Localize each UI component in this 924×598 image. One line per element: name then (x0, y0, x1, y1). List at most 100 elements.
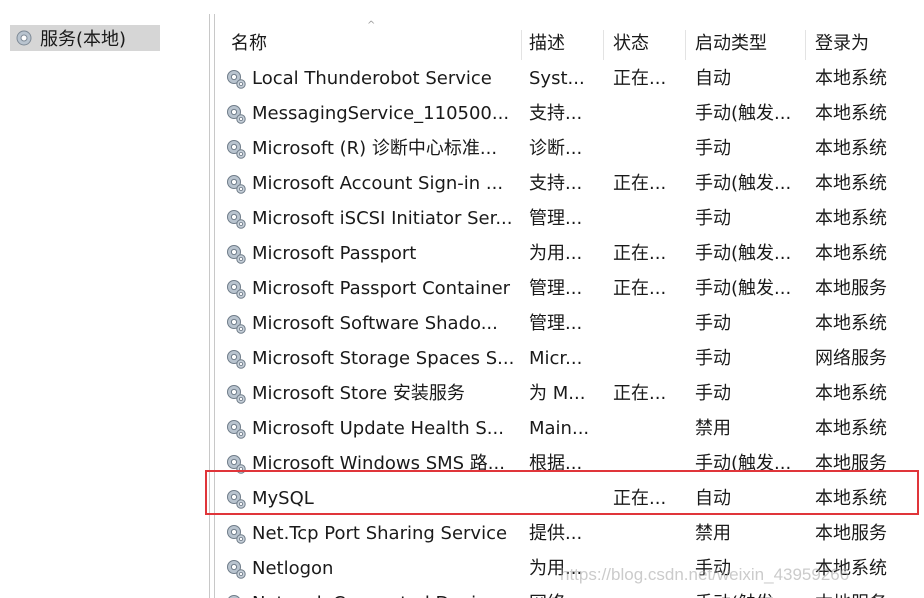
table-row[interactable]: Microsoft Software Shado... 管理... 手动 本地系统 (215, 306, 924, 341)
services-list: ^ 名称 描述 状态 启动类型 登录为 Local Thunderobot Se… (214, 14, 924, 598)
column-header-startup-type[interactable]: 启动类型 (695, 26, 805, 62)
service-description: 管理... (529, 208, 583, 229)
service-startup-type: 手动 (695, 383, 731, 404)
gear-icon (225, 68, 247, 90)
service-log-on-as: 本地系统 (815, 208, 887, 229)
service-log-on-as: 本地系统 (815, 488, 887, 509)
service-name-cell: Network Connected Devic... (225, 586, 525, 598)
table-row[interactable]: Microsoft (R) 诊断中心标准... 诊断... 手动 本地系统 (215, 131, 924, 166)
table-row[interactable]: Microsoft Update Health S... Main... 禁用 本地系… (215, 411, 924, 446)
service-log-on-as: 本地服务 (815, 586, 924, 598)
table-row[interactable]: Microsoft Windows SMS 路... 根据... 手动(触发... 本… (215, 446, 924, 481)
service-startup-type: 手动(触发... (695, 243, 792, 264)
service-startup-type: 手动(触发... (695, 103, 792, 124)
service-description: 为用... (529, 243, 583, 264)
service-name-cell: Microsoft Passport Container (225, 271, 525, 306)
service-log-on-as: 本地服务 (815, 278, 887, 299)
service-log-on-as: 本地系统 (815, 138, 887, 159)
service-startup-type: 手动 (695, 313, 731, 334)
service-startup-type: 手动(触发... (695, 586, 805, 598)
column-divider[interactable] (805, 30, 806, 60)
column-header-status[interactable]: 状态 (613, 26, 683, 62)
service-name-cell: Microsoft Windows SMS 路... (225, 446, 525, 481)
gear-icon (225, 313, 247, 335)
service-name: Microsoft Update Health S... (252, 418, 504, 439)
gear-icon (225, 488, 247, 510)
service-name-cell: Local Thunderobot Service (225, 61, 525, 96)
service-name: MessagingService_110500... (252, 103, 510, 124)
service-startup-type: 手动(触发... (695, 278, 792, 299)
service-name: Network Connected Devic... (252, 586, 503, 598)
service-description: 诊断... (529, 138, 583, 159)
service-name-cell: Microsoft Passport (225, 236, 525, 271)
tree-node-services-local[interactable]: 服务(本地) (10, 25, 160, 51)
service-name-cell: Microsoft Update Health S... (225, 411, 525, 446)
table-row[interactable]: MySQL 正在... 自动 本地系统 (215, 481, 924, 516)
service-log-on-as: 本地系统 (815, 558, 887, 579)
service-name: Local Thunderobot Service (252, 68, 492, 89)
table-row[interactable]: Local Thunderobot Service Syst... 正在... 自动 本… (215, 61, 924, 96)
column-header-description[interactable]: 描述 (529, 26, 599, 62)
service-status: 正在... (613, 173, 667, 194)
service-startup-type: 自动 (695, 488, 731, 509)
column-divider[interactable] (603, 30, 604, 60)
table-row[interactable]: Microsoft Account Sign-in ... 支持... 正在... 手… (215, 166, 924, 201)
service-startup-type: 手动 (695, 348, 731, 369)
service-description: 提供... (529, 523, 583, 544)
service-description: 为 M... (529, 383, 586, 404)
table-row[interactable]: Microsoft Passport Container 管理... 正在... 手动… (215, 271, 924, 306)
service-log-on-as: 本地系统 (815, 313, 887, 334)
service-description: 管理... (529, 278, 583, 299)
service-name-cell: MySQL (225, 481, 525, 516)
service-log-on-as: 本地服务 (815, 523, 887, 544)
service-name: Microsoft (R) 诊断中心标准... (252, 138, 498, 159)
table-row[interactable]: Microsoft iSCSI Initiator Ser... 管理... 手动 本… (215, 201, 924, 236)
table-row[interactable]: Network Connected Devic... 网络... 手动(触发... 本… (215, 586, 924, 598)
service-name: Microsoft Passport (252, 243, 417, 264)
service-name-cell: Microsoft Store 安装服务 (225, 376, 525, 411)
service-status: 正在... (613, 278, 667, 299)
service-name: Microsoft Storage Spaces S... (252, 348, 515, 369)
column-header-row: ^ 名称 描述 状态 启动类型 登录为 (215, 20, 924, 62)
service-description: 支持... (529, 173, 583, 194)
service-description: 支持... (529, 103, 583, 124)
service-log-on-as: 本地系统 (815, 68, 887, 89)
gear-icon (225, 593, 247, 598)
gear-icon (225, 208, 247, 230)
column-divider[interactable] (685, 30, 686, 60)
service-description: 网络... (529, 586, 599, 598)
gear-icon (225, 348, 247, 370)
table-row[interactable]: MessagingService_110500... 支持... 手动(触发... 本… (215, 96, 924, 131)
table-row[interactable]: Microsoft Passport 为用... 正在... 手动(触发... 本地系统 (215, 236, 924, 271)
service-name: Microsoft Windows SMS 路... (252, 453, 505, 474)
service-name-cell: Microsoft Storage Spaces S... (225, 341, 525, 376)
service-startup-type: 禁用 (695, 418, 731, 439)
service-description: Main... (529, 418, 590, 439)
table-row[interactable]: Microsoft Store 安装服务 为 M... 正在... 手动 本地系统 (215, 376, 924, 411)
gear-icon (225, 453, 247, 475)
service-name: MySQL (252, 488, 314, 509)
service-status: 正在... (613, 488, 667, 509)
service-name: Microsoft Software Shado... (252, 313, 498, 334)
column-header-name[interactable]: 名称 (231, 26, 267, 62)
service-startup-type: 手动 (695, 558, 731, 579)
service-log-on-as: 本地系统 (815, 418, 887, 439)
service-name-cell: MessagingService_110500... (225, 96, 525, 131)
table-row[interactable]: Microsoft Storage Spaces S... Micr... 手动 网络… (215, 341, 924, 376)
gear-icon (225, 383, 247, 405)
service-name: Microsoft Passport Container (252, 278, 511, 299)
gear-icon (225, 103, 247, 125)
service-name: Microsoft iSCSI Initiator Ser... (252, 208, 513, 229)
service-description: Syst... (529, 68, 585, 89)
table-row[interactable]: Netlogon 为用... 手动 本地系统 (215, 551, 924, 586)
column-divider[interactable] (521, 30, 522, 60)
service-status: 正在... (613, 243, 667, 264)
gear-icon (225, 278, 247, 300)
service-log-on-as: 本地系统 (815, 243, 887, 264)
service-name-cell: Netlogon (225, 551, 525, 586)
service-name: Net.Tcp Port Sharing Service (252, 523, 508, 544)
column-header-log-on-as[interactable]: 登录为 (815, 26, 924, 62)
service-name: Microsoft Store 安装服务 (252, 383, 465, 404)
table-row[interactable]: Net.Tcp Port Sharing Service 提供... 禁用 本地服务 (215, 516, 924, 551)
sort-ascending-icon[interactable]: ^ (367, 20, 375, 31)
